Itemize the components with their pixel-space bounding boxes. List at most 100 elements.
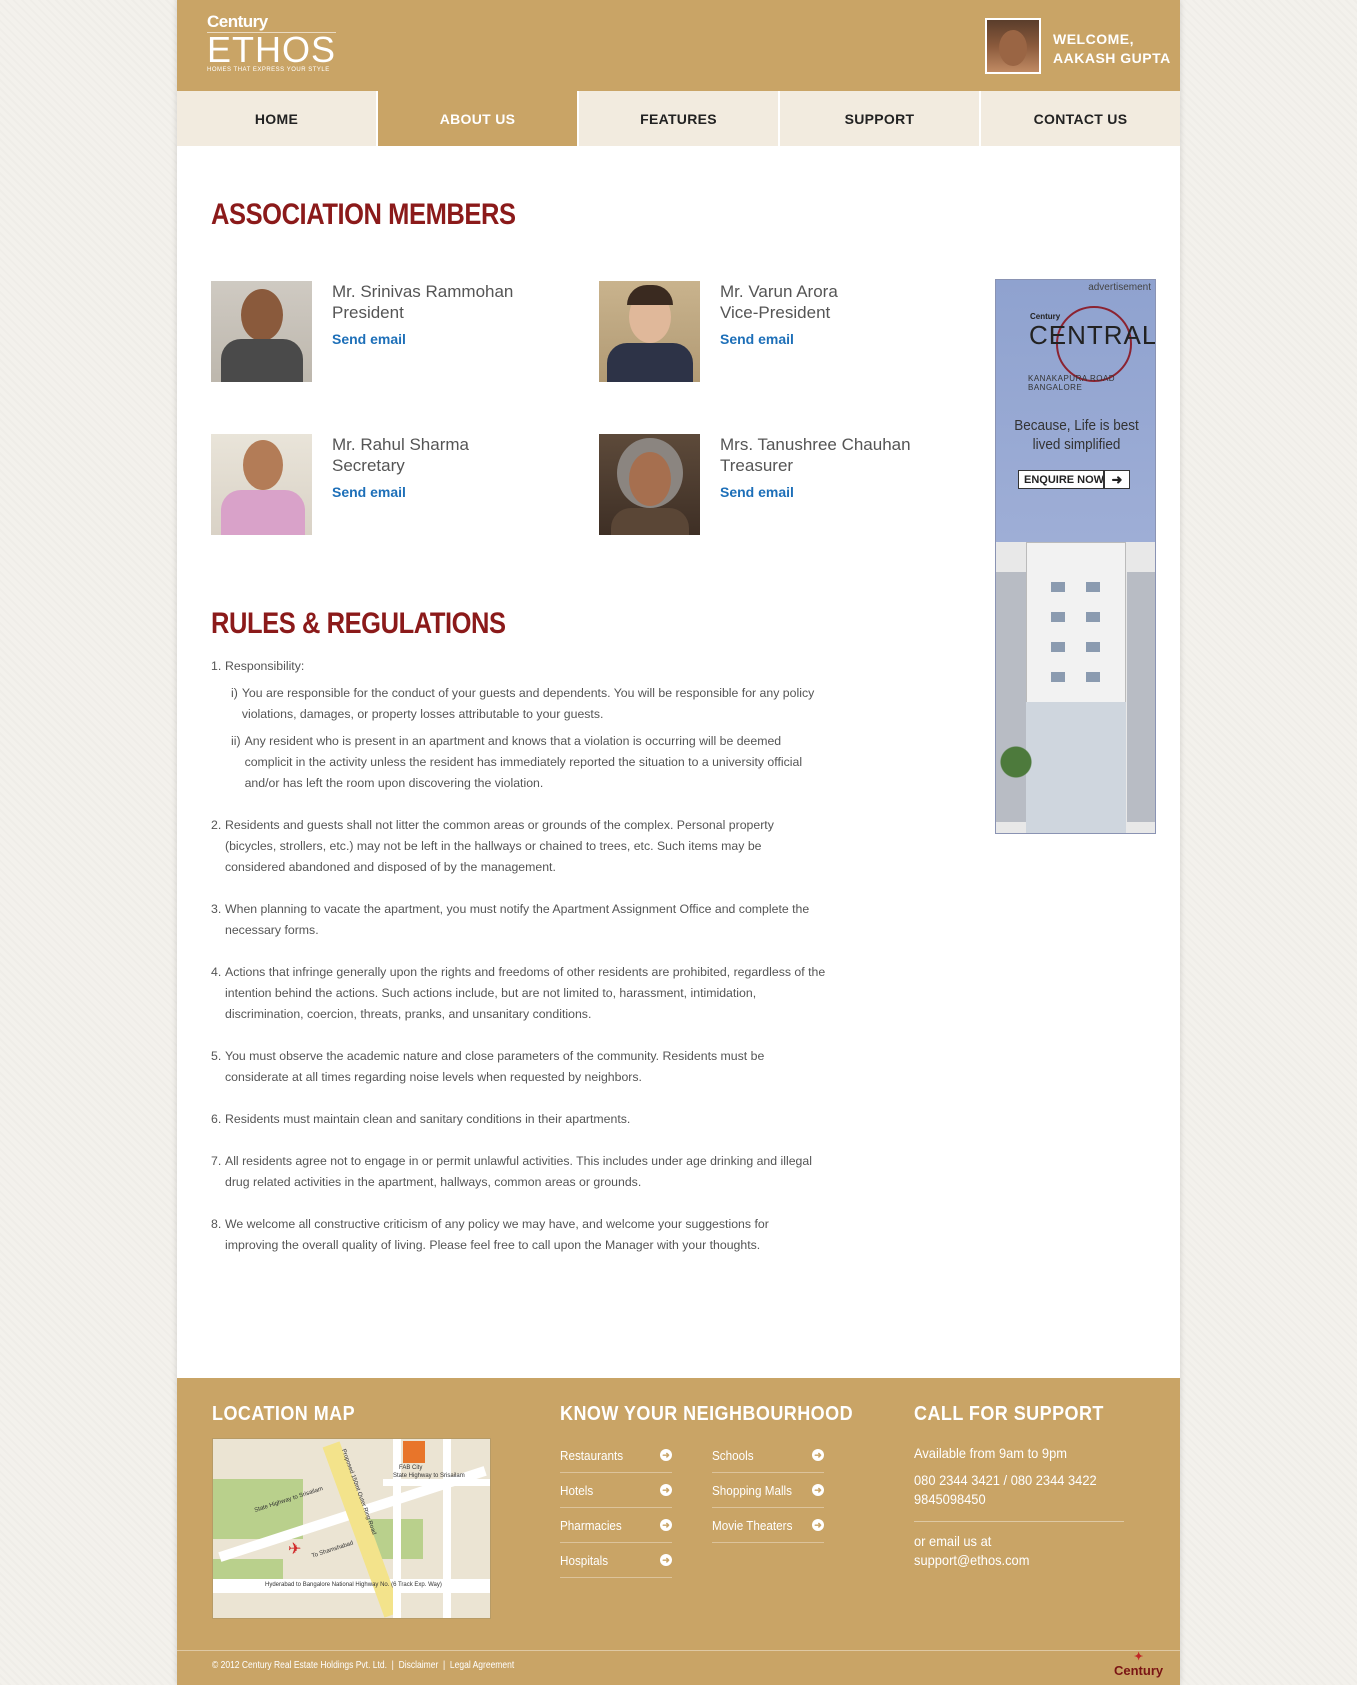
rule-text: Responsibility: — [225, 659, 305, 673]
ad-location-line1: KANAKAPURA ROAD — [1028, 374, 1116, 383]
nav-features[interactable]: FEATURES — [579, 91, 780, 146]
member-name: Mr. Rahul Sharma — [332, 435, 469, 454]
rule-number: 7. — [211, 1154, 222, 1168]
neighbourhood-list: Restaurants ➜ Hotels ➜ Pharmacies ➜ Hospita… — [560, 1438, 672, 1578]
member-photo — [211, 434, 312, 535]
advertisement-banner[interactable]: advertisement Century CENTRAL KANAKAPURA… — [995, 279, 1156, 834]
rule-subitem-text: Any resident who is present in an apartm… — [244, 734, 803, 790]
neighbourhood-pharmacies[interactable]: Pharmacies ➜ — [560, 1508, 672, 1543]
send-email-link[interactable]: Send email — [332, 482, 469, 503]
map-label-highway: State Highway to Srisailam — [393, 1473, 465, 1479]
rule-item: 5. You must observe the academic nature … — [211, 1046, 841, 1088]
nb-label: Hotels — [560, 1482, 594, 1498]
rule-subitem-text: You are responsible for the conduct of y… — [241, 686, 815, 721]
rule-item: 1. Responsibility: i) You are responsibl… — [211, 656, 841, 794]
ad-location: KANAKAPURA ROAD BANGALORE — [1028, 374, 1115, 392]
ad-label: advertisement — [1088, 282, 1151, 293]
support-hours: Available from 9am to 9pm — [914, 1445, 1067, 1461]
member-role: Secretary — [332, 456, 405, 475]
location-map[interactable]: ✈ FAB City State Highway to Srisailam St… — [212, 1438, 491, 1619]
neighbourhood-shopping-malls[interactable]: Shopping Malls ➜ — [712, 1473, 824, 1508]
neighbourhood-list: Schools ➜ Shopping Malls ➜ Movie Theaters ➜ — [712, 1438, 824, 1543]
logo[interactable]: Century ETHOS HOMES THAT EXPRESS YOUR ST… — [207, 12, 337, 73]
rule-item: 6. Residents must maintain clean and san… — [211, 1109, 841, 1130]
member-role: Treasurer — [720, 456, 794, 475]
rule-text: All residents agree not to engage in or … — [225, 1154, 812, 1189]
neighbourhood-restaurants[interactable]: Restaurants ➜ — [560, 1438, 672, 1473]
footer-logo: ✦ Century — [1114, 1651, 1164, 1679]
divider — [914, 1521, 1124, 1522]
neighbourhood-hotels[interactable]: Hotels ➜ — [560, 1473, 672, 1508]
member-role: Vice-President — [720, 303, 831, 322]
map-label-shamshabad: To Shamshabad — [311, 1540, 355, 1560]
neighbourhood-movie-theaters[interactable]: Movie Theaters ➜ — [712, 1508, 824, 1543]
ad-title: CENTRAL — [1029, 320, 1156, 350]
member-name: Mrs. Tanushree Chauhan — [720, 435, 911, 454]
member-card: Mr. Varun Arora Vice-President Send emai… — [599, 281, 979, 383]
page-container: Century ETHOS HOMES THAT EXPRESS YOUR ST… — [177, 0, 1180, 1685]
neighbourhood-schools[interactable]: Schools ➜ — [712, 1438, 824, 1473]
nav-contact-us[interactable]: CONTACT US — [981, 91, 1180, 146]
user-avatar[interactable] — [985, 18, 1041, 74]
rule-number: 4. — [211, 965, 222, 979]
rule-item: 2. Residents and guests shall not litter… — [211, 815, 841, 878]
member-card: Mrs. Tanushree Chauhan Treasurer Send em… — [599, 434, 979, 536]
rule-text: Residents must maintain clean and sanita… — [225, 1112, 631, 1126]
nav-support[interactable]: SUPPORT — [780, 91, 981, 146]
neighbourhood-title: KNOW YOUR NEIGHBOURHOOD — [560, 1403, 854, 1425]
support-info: Available from 9am to 9pm 080 2344 3421 … — [914, 1444, 1124, 1570]
rule-text: We welcome all constructive criticism of… — [225, 1217, 769, 1252]
footer: LOCATION MAP ✈ FAB City State Highway to… — [177, 1378, 1180, 1685]
send-email-link[interactable]: Send email — [720, 329, 838, 350]
map-label-national-highway: Hyderabad to Bangalore National Highway … — [265, 1582, 442, 1588]
rule-number: 2. — [211, 818, 222, 832]
main-nav: HOME ABOUT US FEATURES SUPPORT CONTACT U… — [177, 91, 1180, 146]
footer-brand: Century — [1114, 1663, 1164, 1678]
nav-about-us[interactable]: ABOUT US — [378, 91, 579, 146]
welcome-username: AAKASH GUPTA — [1053, 50, 1171, 66]
support-phone[interactable]: 080 2344 3421 / 080 2344 3422 — [914, 1471, 1107, 1490]
member-photo — [211, 281, 312, 382]
rule-subitem-number: i) — [231, 686, 238, 700]
legal-agreement-link[interactable]: Legal Agreement — [450, 1660, 514, 1671]
rule-item: 3. When planning to vacate the apartment… — [211, 899, 841, 941]
rules-list: 1. Responsibility: i) You are responsibl… — [211, 656, 841, 1277]
arrow-right-icon: ➜ — [812, 1449, 824, 1461]
rule-text: Actions that infringe generally upon the… — [225, 965, 826, 1021]
century-logo-icon: ✦ — [1133, 1651, 1144, 1663]
building-image — [996, 542, 1155, 833]
arrow-right-icon: ➜ — [660, 1449, 672, 1461]
member-name: Mr. Srinivas Rammohan — [332, 282, 514, 301]
enquire-now-button[interactable]: ENQUIRE NOW ➜ — [1018, 470, 1130, 489]
neighbourhood-hospitals[interactable]: Hospitals ➜ — [560, 1543, 672, 1578]
nb-label: Hospitals — [560, 1552, 609, 1568]
send-email-link[interactable]: Send email — [720, 482, 911, 503]
rule-subitem: i) You are responsible for the conduct o… — [231, 683, 841, 725]
arrow-right-icon: ➜ — [1103, 471, 1129, 488]
disclaimer-link[interactable]: Disclaimer — [399, 1660, 439, 1671]
member-card: Mr. Srinivas Rammohan President Send ema… — [211, 281, 591, 383]
arrow-right-icon: ➜ — [660, 1484, 672, 1496]
member-photo — [599, 281, 700, 382]
support-email[interactable]: or email us at support@ethos.com — [914, 1532, 1107, 1570]
arrow-right-icon: ➜ — [660, 1519, 672, 1531]
nb-label: Restaurants — [560, 1447, 624, 1463]
ad-location-line2: BANGALORE — [1028, 383, 1083, 392]
nb-label: Pharmacies — [560, 1517, 622, 1533]
rules-title: RULES & REGULATIONS — [211, 607, 506, 640]
nav-home[interactable]: HOME — [177, 91, 378, 146]
header: Century ETHOS HOMES THAT EXPRESS YOUR ST… — [177, 0, 1180, 91]
support-mobile[interactable]: 9845098450 — [914, 1490, 1107, 1509]
logo-title: ETHOS — [207, 29, 337, 70]
rule-subitem: ii) Any resident who is present in an ap… — [231, 731, 841, 794]
rule-number: 1. — [211, 659, 222, 673]
member-photo — [599, 434, 700, 535]
support-title: CALL FOR SUPPORT — [914, 1403, 1104, 1425]
airport-icon: ✈ — [288, 1541, 302, 1558]
member-card: Mr. Rahul Sharma Secretary Send email — [211, 434, 591, 536]
send-email-link[interactable]: Send email — [332, 329, 513, 350]
nb-label: Movie Theaters — [712, 1517, 793, 1533]
welcome-text: WELCOME, AAKASH GUPTA — [1053, 30, 1171, 68]
arrow-right-icon: ➜ — [660, 1554, 672, 1566]
map-label-fab-city: FAB City — [399, 1465, 423, 1471]
